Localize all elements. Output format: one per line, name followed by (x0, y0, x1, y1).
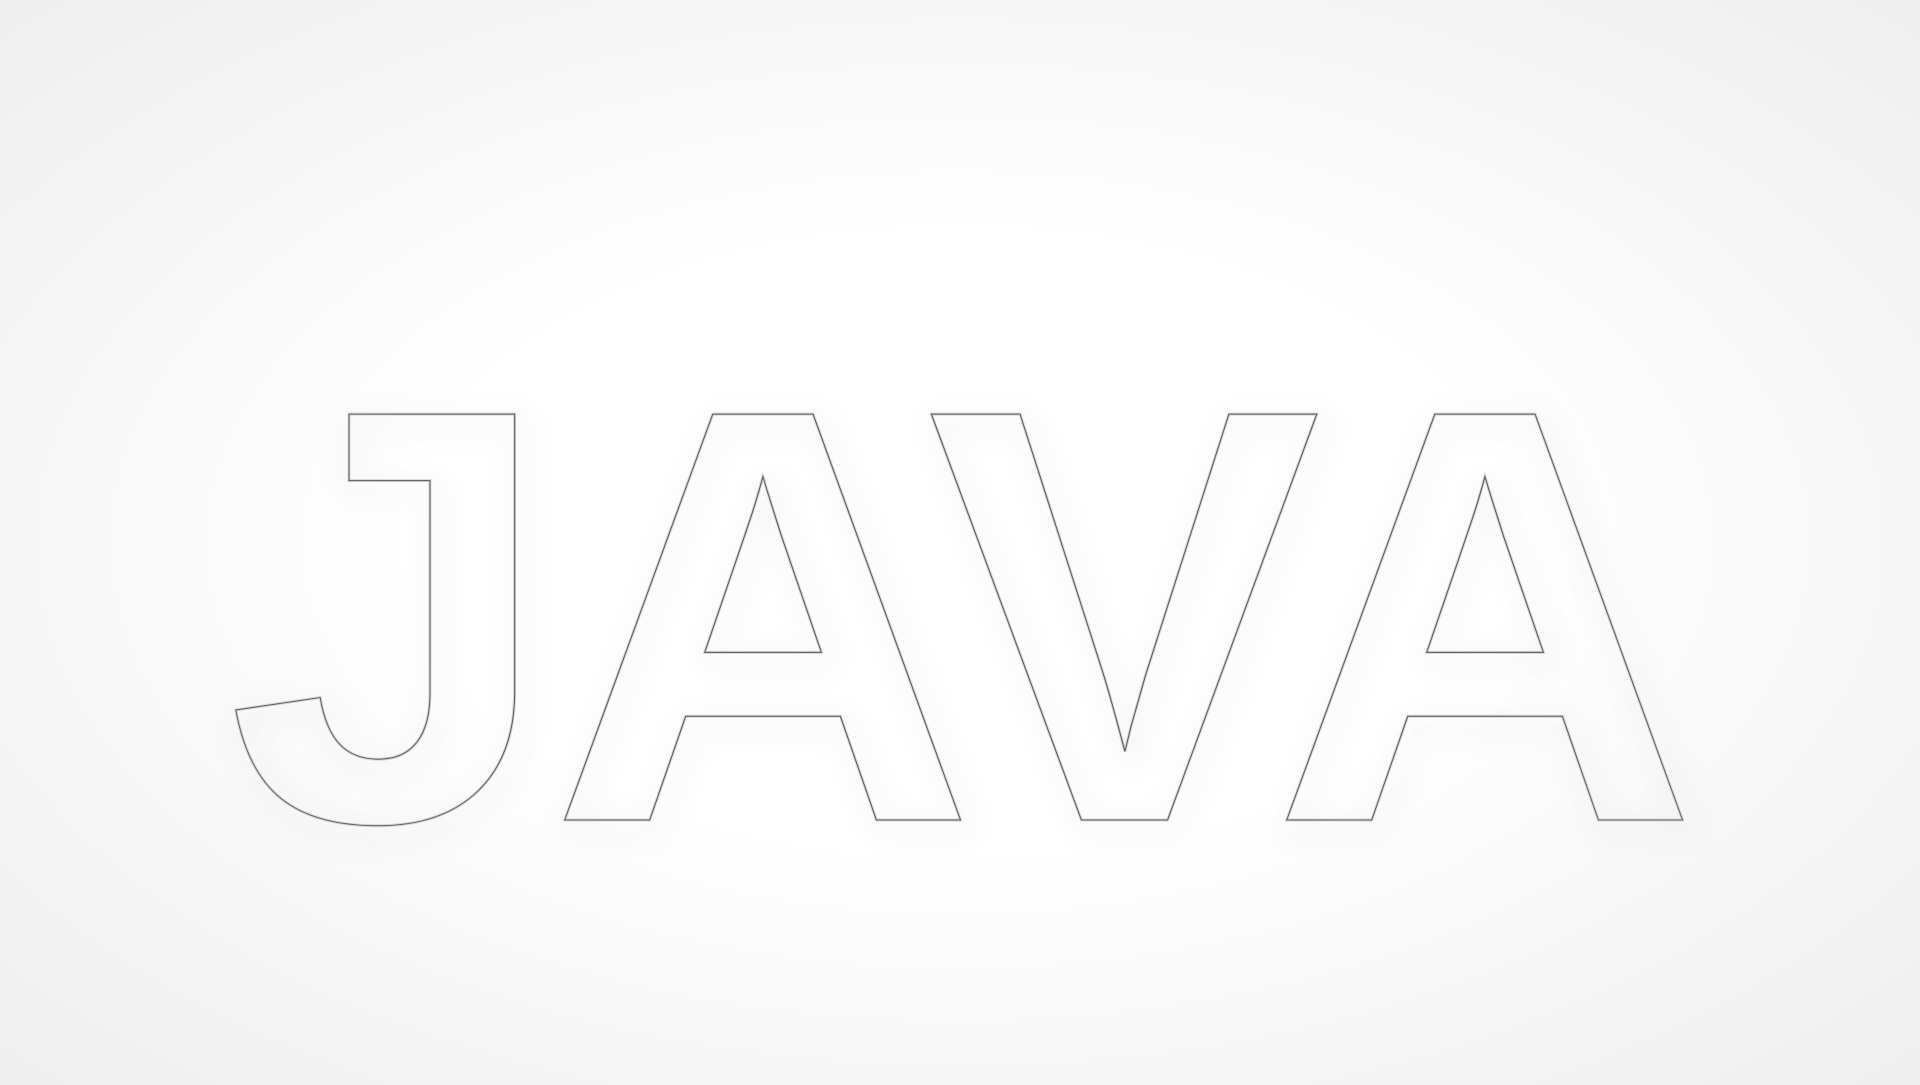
svg-text:JAVA: JAVA (227, 287, 1693, 946)
java-svg: JAVA void co tFile( final SyntaxNoo (0, 0, 1920, 1085)
scene: JAVA void co tFile( final SyntaxNoo (0, 0, 1920, 1085)
